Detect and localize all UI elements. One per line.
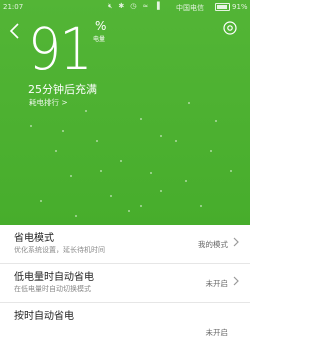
particle-dot (40, 200, 42, 202)
setting-value: 我的模式 (198, 240, 228, 249)
battery-panel: 21:07 🔇︎ ✱ ◷ ≈ ▐ 中国电信 91% 91 % 电量 25分钟后充… (0, 0, 250, 225)
particle-dot (230, 170, 232, 172)
settings-icon[interactable] (222, 20, 238, 36)
particle-dot (128, 210, 130, 212)
setting-value: 未开启 (205, 328, 229, 337)
setting-desc: 优化系统设置，延长待机时间 (14, 246, 105, 254)
status-bar: 21:07 🔇︎ ✱ ◷ ≈ ▐ 中国电信 91% (0, 0, 250, 14)
mute-icon: 🔇︎ (108, 2, 113, 10)
particle-dot (175, 140, 177, 142)
particle-dot (100, 170, 102, 172)
status-time: 21:07 (3, 3, 24, 11)
setting-title: 按时自动省电 (14, 311, 74, 322)
setting-row-power-mode[interactable]: 省电模式 优化系统设置，延长待机时间 我的模式 (0, 225, 250, 264)
particle-dot (110, 195, 112, 197)
battery-icon (215, 3, 230, 11)
status-battery-percent: 91% (232, 3, 248, 11)
settings-list: 省电模式 优化系统设置，延长待机时间 我的模式 低电量时自动省电 在低电量时自动… (0, 225, 250, 341)
signal-icon: ▐ (154, 2, 160, 10)
particle-dot (140, 118, 142, 120)
particle-dot (215, 120, 217, 122)
particle-dot (140, 205, 142, 207)
particle-dot (55, 150, 57, 152)
particle-dot (150, 172, 152, 174)
setting-desc: 在低电量时自动切换模式 (14, 285, 91, 293)
setting-value: 未开启 (205, 279, 229, 288)
particle-dot (85, 110, 87, 112)
particle-dot (185, 180, 187, 182)
chevron-right-icon (233, 276, 239, 286)
particle-dot (160, 135, 162, 137)
chevron-right-icon (233, 237, 239, 247)
battery-level: 91 (28, 15, 93, 83)
particle-dot (210, 150, 212, 152)
level-label: 电量 (93, 36, 106, 43)
particle-dot (200, 205, 202, 207)
status-carrier: 中国电信 (176, 4, 204, 12)
setting-row-low-battery[interactable]: 低电量时自动省电 在低电量时自动切换模式 未开启 (0, 264, 250, 303)
particle-dot (75, 215, 77, 217)
wifi-icon: ≈ (142, 2, 149, 10)
alarm-icon: ◷ (130, 2, 137, 10)
particle-dot (96, 140, 98, 142)
percent-sign: % (95, 19, 107, 33)
bluetooth-icon: ✱ (118, 2, 125, 10)
setting-title: 低电量时自动省电 (14, 272, 94, 283)
battery-fill (217, 5, 227, 9)
back-icon[interactable] (8, 22, 22, 40)
status-icons: 🔇︎ ✱ ◷ ≈ ▐ (108, 2, 160, 11)
particle-dot (188, 102, 190, 104)
setting-row-scheduled[interactable]: 按时自动省电 未开启 (0, 303, 250, 341)
time-to-full: 25分钟后充满 (28, 83, 97, 96)
particle-dot (30, 125, 32, 127)
particle-dot (120, 160, 122, 162)
particle-dot (70, 175, 72, 177)
setting-title: 省电模式 (14, 233, 54, 244)
battery-tip (229, 5, 230, 8)
power-ranking-link[interactable]: 耗电排行 > (29, 97, 68, 108)
particle-dot (160, 190, 162, 192)
particle-dot (62, 130, 64, 132)
